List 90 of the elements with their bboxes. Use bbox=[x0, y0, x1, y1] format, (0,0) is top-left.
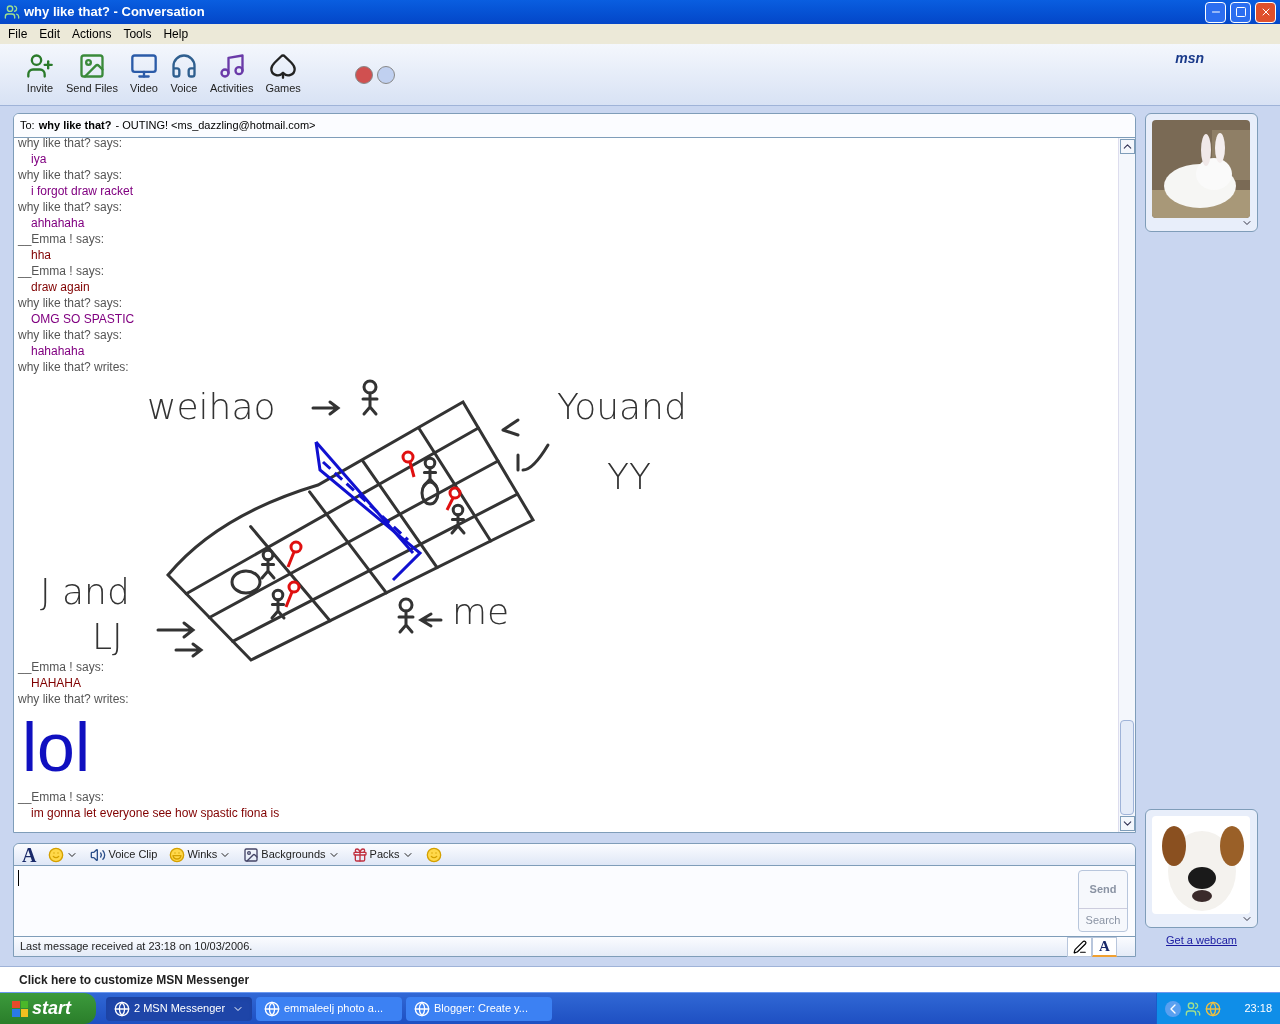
sender-line: why like that? says: bbox=[18, 167, 123, 183]
sender-line: why like that? writes: bbox=[18, 359, 129, 375]
message-text: im gonna let everyone see how spastic fiona is bbox=[31, 805, 280, 821]
globe-icon bbox=[264, 1000, 280, 1017]
smiley-icon bbox=[169, 846, 186, 863]
type-tab[interactable]: A bbox=[1092, 936, 1117, 957]
handwritten-word: Youand bbox=[556, 385, 688, 429]
handwriting-tab[interactable] bbox=[1067, 936, 1092, 957]
sender-line: why like that? says: bbox=[18, 327, 123, 343]
toolbar-button[interactable]: Send Files bbox=[60, 52, 124, 97]
sender-line: why like that? says: bbox=[18, 135, 123, 151]
compose-tool-button[interactable] bbox=[425, 846, 442, 863]
menu-item[interactable]: Edit bbox=[35, 25, 65, 43]
minimize-button[interactable] bbox=[1205, 1, 1226, 23]
menu-item[interactable]: Actions bbox=[68, 25, 116, 43]
sender-line: why like that? says: bbox=[18, 295, 123, 311]
compose-tool-button[interactable]: Backgrounds bbox=[243, 846, 340, 863]
menu-item[interactable]: Tools bbox=[119, 25, 156, 43]
sender-line: why like that? says: bbox=[18, 199, 123, 215]
toolbar-button[interactable]: Invite bbox=[20, 52, 60, 97]
menu-item[interactable]: File bbox=[4, 25, 32, 43]
customize-link[interactable]: Click here to customize MSN Messenger bbox=[19, 970, 250, 989]
maximize-icon bbox=[1234, 6, 1247, 18]
window-title: why like that? - Conversation bbox=[24, 3, 206, 22]
message-text: hha bbox=[31, 247, 52, 263]
webcam-link[interactable]: Get a webcam bbox=[1145, 931, 1258, 948]
compose-tool-button[interactable]: A bbox=[22, 844, 37, 865]
scrollbar[interactable] bbox=[1118, 138, 1135, 832]
compose-tool-button[interactable]: Voice Clip bbox=[90, 846, 158, 863]
brand-logo: msn bbox=[1175, 49, 1204, 68]
handwritten-word: weihao bbox=[146, 385, 277, 429]
message-text: hahahaha bbox=[31, 343, 85, 359]
handwritten-word: lol bbox=[22, 708, 91, 787]
menu-item[interactable]: Help bbox=[159, 25, 193, 43]
smiley-icon bbox=[425, 846, 442, 863]
globe-icon[interactable] bbox=[1205, 1000, 1221, 1017]
message-text: OMG SO SPASTIC bbox=[31, 311, 135, 327]
compose-tool-button[interactable]: Packs bbox=[351, 846, 414, 863]
to-label: To: bbox=[20, 118, 35, 134]
start-button[interactable]: start bbox=[0, 993, 96, 1024]
handwritten-word: J and bbox=[39, 570, 131, 614]
smiley-icon bbox=[48, 846, 65, 863]
spade-icon bbox=[269, 52, 298, 81]
sender-line: __Emma ! says: bbox=[18, 263, 105, 279]
expand-tray-icon[interactable] bbox=[1165, 1000, 1181, 1017]
message-text: draw again bbox=[31, 279, 90, 295]
pen-icon bbox=[1072, 939, 1087, 954]
music-icon bbox=[217, 52, 246, 81]
sender-line: __Emma ! says: bbox=[18, 789, 105, 805]
status-text: Last message received at 23:18 on 10/03/2006. bbox=[20, 939, 254, 955]
taskbar-button[interactable]: Blogger: Create y... bbox=[406, 996, 552, 1021]
globe-icon bbox=[114, 1000, 130, 1017]
scroll-up-icon[interactable] bbox=[1120, 139, 1135, 154]
message-text: iya bbox=[31, 151, 47, 167]
message-text: i forgot draw racket bbox=[31, 183, 134, 199]
contact-name: why like that? bbox=[38, 118, 112, 134]
pen-button[interactable] bbox=[376, 65, 395, 84]
taskbar-button[interactable]: emmaleelj photo a... bbox=[256, 996, 402, 1021]
monitor-icon bbox=[130, 52, 158, 81]
handwritten-word: LJ bbox=[91, 615, 124, 659]
messenger-icon bbox=[4, 4, 20, 20]
handwritten-word: me bbox=[451, 590, 511, 634]
sender-line: why like that? writes: bbox=[18, 691, 129, 707]
toolbar-button[interactable]: Video bbox=[124, 52, 164, 97]
sender-line: __Emma ! says: bbox=[18, 231, 105, 247]
headset-icon bbox=[170, 52, 198, 81]
gift-icon bbox=[351, 846, 368, 863]
message-text: ahhahaha bbox=[31, 215, 85, 231]
clock: 23:18 bbox=[1244, 1001, 1272, 1017]
scroll-thumb[interactable] bbox=[1120, 720, 1134, 815]
person-icon bbox=[26, 52, 54, 81]
picture-icon bbox=[243, 846, 260, 863]
picture-icon bbox=[78, 52, 106, 81]
compose-tool-button[interactable] bbox=[48, 846, 79, 863]
scroll-down-icon[interactable] bbox=[1120, 816, 1135, 831]
contact-detail: - OUTING! <ms_dazzling@hotmail.com> bbox=[115, 118, 316, 134]
toolbar-button[interactable]: Games bbox=[259, 52, 307, 97]
toolbar-button[interactable]: Activities bbox=[204, 52, 260, 97]
message-text: HAHAHA bbox=[31, 675, 81, 691]
compose-tool-button[interactable]: Winks bbox=[169, 846, 232, 863]
handwritten-word: YY bbox=[606, 455, 652, 499]
people-icon[interactable] bbox=[1185, 1000, 1201, 1017]
sender-line: __Emma ! says: bbox=[18, 659, 105, 675]
speaker-icon bbox=[90, 846, 107, 863]
close-button[interactable] bbox=[1255, 1, 1276, 23]
toolbar-button[interactable]: Voice bbox=[164, 52, 204, 97]
globe-icon bbox=[414, 1000, 430, 1017]
maximize-button[interactable] bbox=[1230, 1, 1251, 23]
taskbar-button[interactable]: 2 MSN Messenger bbox=[106, 996, 252, 1021]
block-button[interactable] bbox=[354, 65, 373, 84]
